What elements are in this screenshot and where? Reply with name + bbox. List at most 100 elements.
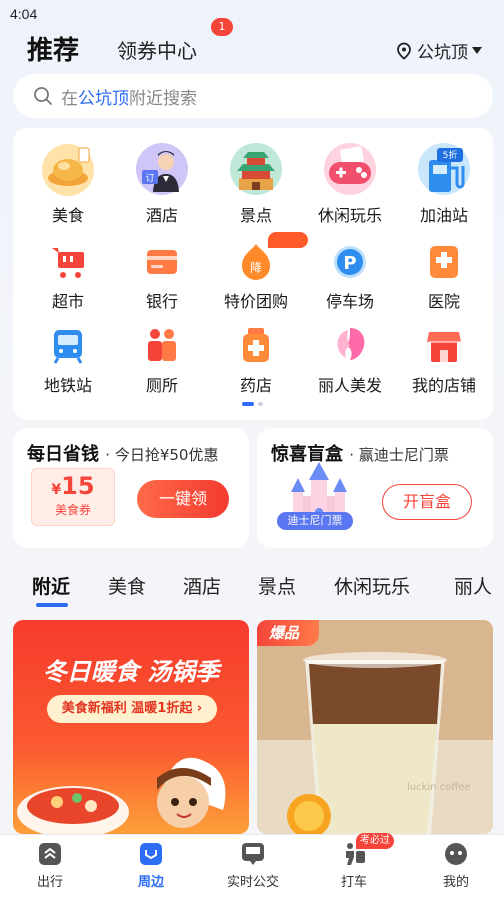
feed-card-coffee[interactable]: luckin coffee 爆品 (257, 620, 493, 834)
category-pharmacy[interactable]: 药店 (209, 324, 303, 396)
category-parking[interactable]: P 停车场 (303, 240, 397, 312)
pharmacy-icon (234, 324, 278, 368)
coupon-currency: ¥ (51, 482, 62, 498)
page-indicator (242, 402, 263, 406)
category-grid: 美食 订 酒店 景点 休闲玩乐 5折 加油站 超市 银行 降 特价团购 P 停车… (13, 128, 493, 420)
hospital-icon (422, 240, 466, 284)
nav-label: 实时公交 (226, 875, 279, 890)
daily-savings-subtitle: · 今日抢¥50优惠 (105, 446, 219, 464)
beauty-icon (328, 324, 372, 368)
tab-hotel[interactable]: 酒店 (183, 572, 221, 599)
hotel-icon: 订 (133, 140, 191, 198)
page-dot-active (242, 402, 254, 406)
category-food[interactable]: 美食 (21, 144, 115, 226)
search-icon (34, 87, 52, 105)
status-time: 4:04 (10, 6, 38, 22)
location-selector[interactable]: 公坑顶 (395, 38, 482, 63)
tab-nearby[interactable]: 附近 (32, 572, 70, 599)
feed-card-headline: 冬日暖食 汤锅季 (42, 658, 220, 686)
category-attraction[interactable]: 景点 (209, 143, 303, 226)
category-label: 景点 (239, 206, 272, 225)
blind-box-subtitle: · 赢迪士尼门票 (349, 446, 449, 464)
category-label: 美食 (51, 206, 84, 225)
subway-icon (46, 324, 90, 368)
feed-card-pill: 美食新福利 温暖1折起 › (47, 695, 217, 723)
category-label: 超市 (51, 292, 84, 311)
discount-icon: 降 (234, 232, 308, 284)
category-label: 药店 (239, 376, 272, 395)
category-label: 休闲玩乐 (317, 206, 382, 225)
nearby-icon (138, 841, 164, 867)
daily-savings-card[interactable]: 每日省钱 · 今日抢¥50优惠 ¥15 美食券 一键领 (13, 428, 249, 548)
tab-beauty[interactable]: 丽人 (454, 572, 492, 599)
category-label: 我的店铺 (411, 376, 476, 395)
travel-icon (37, 841, 63, 867)
claim-coupon-button[interactable]: 一键领 (137, 480, 229, 518)
search-input[interactable]: 在 公坑顶 附近搜索 (13, 74, 493, 118)
daily-savings-title: 每日省钱 · 今日抢¥50优惠 (27, 440, 218, 466)
food-icon (39, 140, 97, 198)
page-dot (258, 402, 263, 406)
page-title[interactable]: 推荐 (27, 30, 79, 67)
category-label: 特价团购 (223, 292, 288, 311)
nav-label: 打车 (340, 875, 367, 890)
coupon-badge: 1 (211, 18, 233, 36)
feed-tabs: 附近 美食 酒店 景点 休闲玩乐 丽人 (0, 566, 504, 610)
daily-savings-title-text: 每日省钱 (27, 444, 99, 465)
nav-nearby[interactable]: 周边 (111, 841, 191, 890)
category-hotel[interactable]: 订 酒店 (115, 143, 209, 226)
food-coupon: ¥15 美食券 (31, 468, 115, 526)
caret-down-icon (472, 46, 482, 54)
bus-icon (240, 841, 266, 867)
category-beauty[interactable]: 丽人美发 (303, 324, 397, 396)
category-hospital[interactable]: 医院 (397, 240, 491, 312)
nav-label: 出行 (36, 875, 63, 890)
header: 推荐 领券中心 1 公坑顶 (0, 18, 504, 70)
bottom-nav: 出行 周边 实时公交 打车 考必过 我的 (0, 833, 504, 898)
deal-badge (268, 232, 308, 248)
coupon-type: 美食券 (54, 503, 91, 517)
category-supermarket[interactable]: 超市 (21, 240, 115, 312)
feed-card-hotpot[interactable]: 冬日暖食 汤锅季 美食新福利 温暖1折起 › (13, 620, 249, 834)
coupon-center-link[interactable]: 领券中心 (117, 35, 197, 64)
nav-label: 周边 (137, 875, 164, 890)
location-pin-icon (397, 42, 411, 60)
category-gas-station[interactable]: 5折 加油站 (397, 143, 491, 226)
search-placeholder-location: 公坑顶 (78, 88, 129, 109)
taxi-promo-tag: 考必过 (356, 833, 394, 849)
category-label: 停车场 (325, 292, 374, 311)
category-my-shop[interactable]: 我的店铺 (397, 324, 491, 396)
profile-icon (443, 841, 469, 867)
nav-profile[interactable]: 我的 (416, 841, 496, 890)
tab-leisure[interactable]: 休闲玩乐 (334, 572, 410, 599)
location-name: 公坑顶 (417, 43, 468, 63)
category-bank[interactable]: 银行 (115, 240, 209, 312)
category-label: 厕所 (145, 376, 178, 395)
category-toilet[interactable]: 厕所 (115, 324, 209, 396)
nav-bus[interactable]: 实时公交 (213, 841, 293, 890)
bank-card-icon (140, 240, 184, 284)
blind-box-card[interactable]: 惊喜盲盒 · 赢迪士尼门票 迪士尼门票 开盲盒 (257, 428, 493, 548)
category-label: 地铁站 (43, 376, 92, 395)
svg-text:订: 订 (145, 173, 154, 184)
shop-icon (422, 324, 466, 368)
disney-ticket-tag: 迪士尼门票 (277, 512, 353, 530)
tab-food[interactable]: 美食 (108, 572, 146, 599)
category-label: 酒店 (145, 206, 178, 225)
toilet-icon (140, 324, 184, 368)
svg-text:5折: 5折 (443, 149, 458, 161)
open-blind-box-button[interactable]: 开盲盒 (382, 484, 472, 520)
svg-text:luckin coffee: luckin coffee (407, 782, 471, 793)
coffee-cup-illustration: luckin coffee (257, 620, 493, 834)
category-leisure[interactable]: 休闲玩乐 (303, 143, 397, 226)
nav-label: 我的 (442, 875, 469, 890)
game-icon (321, 140, 379, 198)
nav-travel[interactable]: 出行 (10, 841, 90, 890)
tab-attraction[interactable]: 景点 (258, 572, 296, 599)
parking-icon: P (328, 240, 372, 284)
tab-indicator (36, 603, 68, 607)
category-group-deal[interactable]: 降 特价团购 (209, 232, 308, 312)
category-subway[interactable]: 地铁站 (21, 324, 115, 396)
cart-icon (46, 240, 90, 284)
hot-item-badge: 爆品 (257, 620, 319, 646)
